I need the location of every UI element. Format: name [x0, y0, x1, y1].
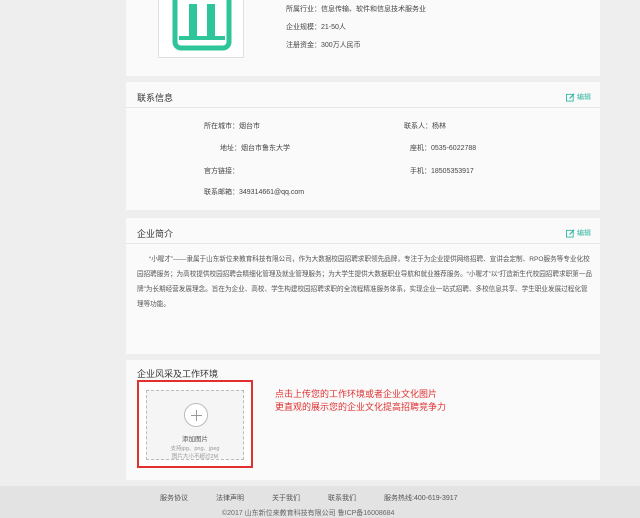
intro-title: 企业简介 [137, 229, 174, 239]
website-label: 官方链接： [204, 168, 239, 175]
phone-label: 座机： [410, 145, 431, 152]
mobile-value: 18505353917 [431, 168, 474, 175]
industry-text: 所属行业：信息传输、软件和信息技术服务业 [286, 6, 426, 13]
phone-row: 座机：0535-6022788 [410, 143, 476, 153]
intro-edit-button[interactable]: 编辑 [566, 228, 591, 238]
footer-link-about[interactable]: 关于我们 [272, 493, 300, 503]
contact-edit-label: 编辑 [577, 94, 591, 101]
capital-text: 注册资金：300万人民币 [286, 42, 361, 49]
footer-link-terms[interactable]: 服务协议 [160, 493, 188, 503]
footer-link-contact[interactable]: 联系我们 [328, 493, 356, 503]
environment-title: 企业风采及工作环境 [137, 369, 219, 379]
email-value: 349314661@qq.com [239, 189, 305, 196]
upload-hint-size: 图片大小不超过2M [171, 454, 219, 460]
contact-edit-button[interactable]: 编辑 [566, 92, 591, 102]
city-row: 所在城市：烟台市 [204, 121, 260, 131]
intro-card: 企业简介 编辑 “小喔才”——隶属于山东新位来教育科技有限公司，作为大数据校园招… [126, 218, 600, 354]
email-label: 联系邮箱： [204, 189, 239, 196]
city-label: 所在城市： [204, 123, 239, 130]
annotation-line-2: 更直观的展示您的企业文化提高招聘竞争力 [275, 402, 447, 412]
person-value: 杨林 [432, 123, 446, 130]
contact-title: 联系信息 [137, 93, 174, 103]
mobile-row: 手机：18505353917 [410, 166, 474, 176]
company-summary-card: 所属行业：信息传输、软件和信息技术服务业 企业规模：21-50人 注册资金：30… [126, 0, 600, 76]
city-value: 烟台市 [239, 123, 260, 130]
phone-value: 0535-6022788 [431, 145, 477, 152]
edit-icon [566, 228, 575, 238]
company-logo [158, 0, 244, 58]
contact-divider [126, 107, 600, 108]
email-row: 联系邮箱：349314661@qq.com [204, 187, 304, 197]
person-row: 联系人：杨林 [404, 121, 446, 131]
footer-link-legal[interactable]: 法律声明 [216, 493, 244, 503]
website-row: 官方链接： [204, 166, 239, 176]
upload-image-button[interactable]: 添加图片 支持jpg、png、jpeg 图片大小不超过2M [146, 390, 244, 460]
edit-icon [566, 92, 575, 102]
upload-highlight-box: 添加图片 支持jpg、png、jpeg 图片大小不超过2M [137, 380, 253, 468]
intro-divider [126, 243, 600, 244]
building-logo-icon [172, 0, 232, 51]
address-row: 地址：烟台市鲁东大学 [220, 143, 290, 153]
contact-card: 联系信息 编辑 所在城市：烟台市 地址：烟台市鲁东大学 官方链接： 联系邮箱：3… [126, 82, 600, 210]
intro-text: “小喔才”——隶属于山东新位来教育科技有限公司，作为大数据校园招聘求职领先品牌，… [137, 256, 592, 308]
footer-hotline: 服务热线:400-619-3917 [384, 495, 458, 502]
upload-hint-format: 支持jpg、png、jpeg [170, 446, 220, 452]
plus-icon [184, 403, 208, 427]
annotation-line-1: 点击上传您的工作环境或者企业文化图片 [275, 389, 438, 399]
copyright-text: ©2017 山东新位来教育科技有限公司 鲁ICP备16008684 [222, 510, 395, 517]
address-value: 烟台市鲁东大学 [241, 145, 290, 152]
upload-label: 添加图片 [182, 436, 208, 443]
mobile-label: 手机： [410, 168, 431, 175]
person-label: 联系人： [404, 123, 432, 130]
address-label: 地址： [220, 145, 241, 152]
scale-text: 企业规模：21-50人 [286, 24, 346, 31]
intro-edit-label: 编辑 [577, 230, 591, 237]
